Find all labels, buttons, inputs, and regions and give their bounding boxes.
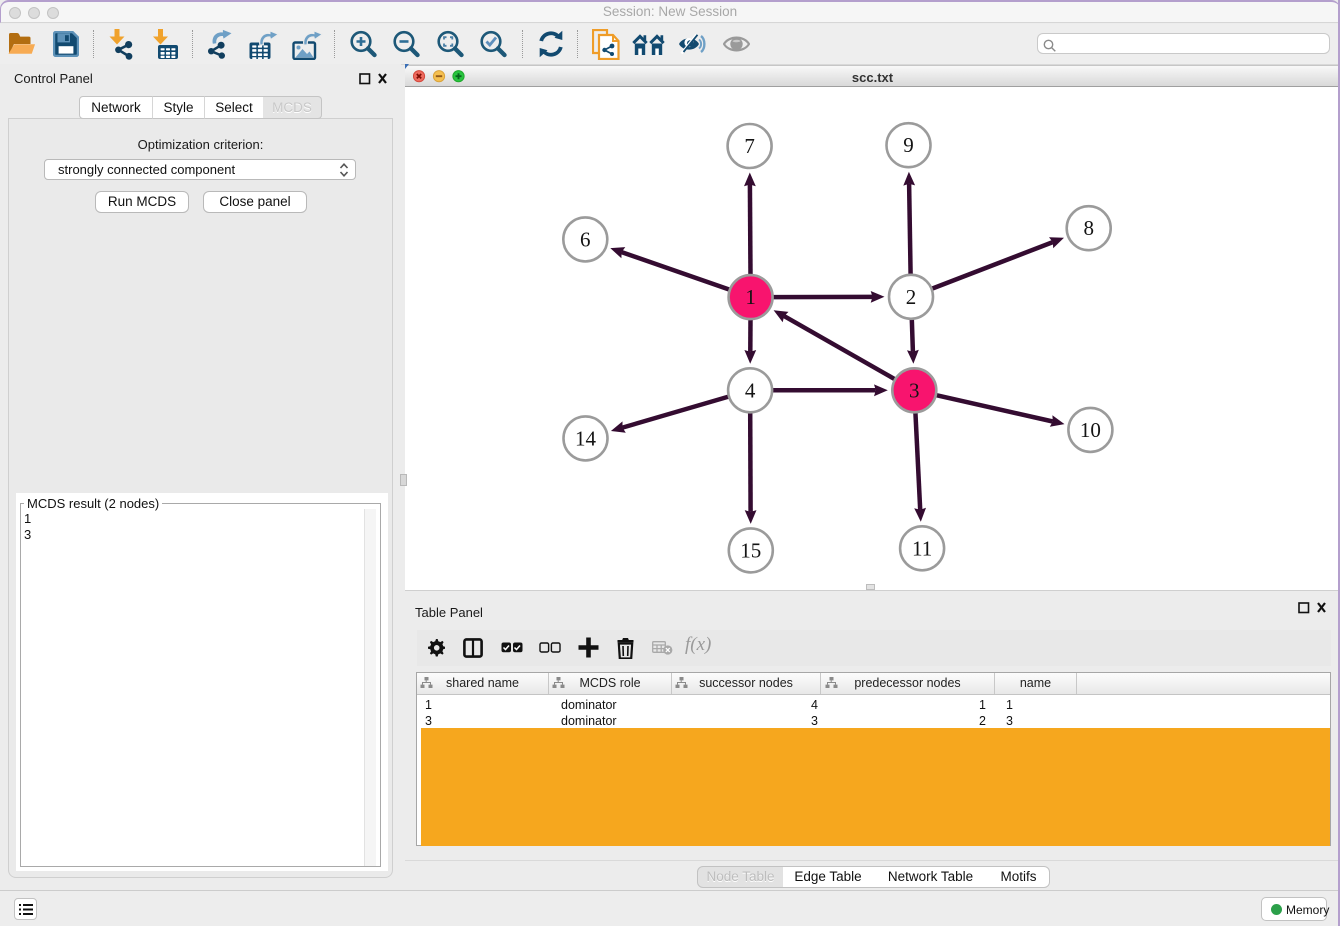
- svg-text:15: 15: [740, 538, 761, 562]
- svg-text:11: 11: [912, 536, 932, 560]
- svg-text:7: 7: [744, 134, 755, 158]
- svg-text:4: 4: [745, 378, 756, 402]
- svg-text:3: 3: [909, 378, 920, 402]
- svg-text:2: 2: [906, 285, 917, 309]
- svg-text:10: 10: [1080, 418, 1101, 442]
- svg-text:14: 14: [575, 426, 597, 450]
- svg-text:1: 1: [745, 285, 756, 309]
- svg-text:8: 8: [1083, 216, 1094, 240]
- svg-text:9: 9: [903, 133, 914, 157]
- svg-text:6: 6: [580, 227, 591, 251]
